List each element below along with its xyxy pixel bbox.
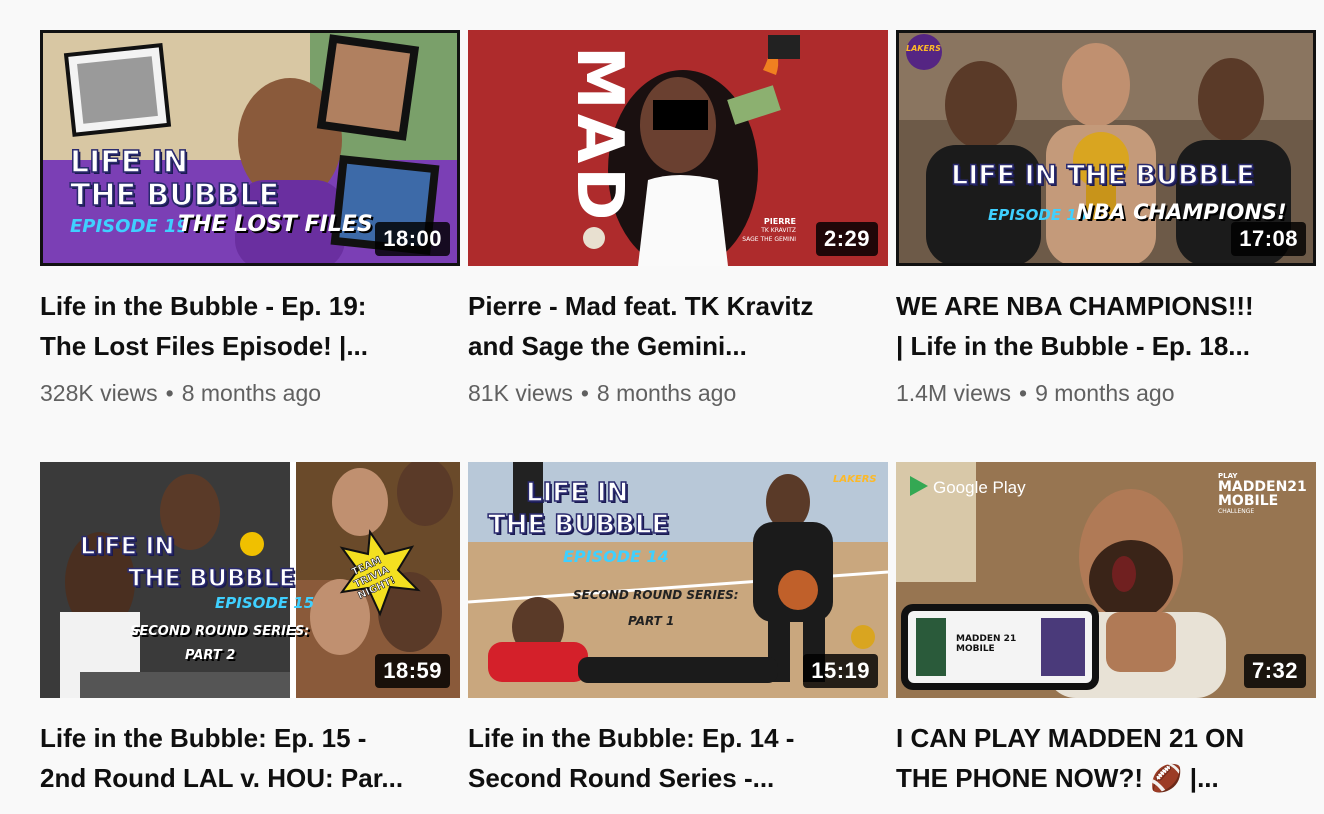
- upload-age: 8 months ago: [181, 380, 322, 406]
- video-thumbnail[interactable]: LIFE IN THE BUBBLE EPISODE 19 THE LOST F…: [40, 30, 460, 266]
- thumb-credit-feature1: TK KRAVITZ: [761, 227, 796, 234]
- video-title-line1: Life in the Bubble - Ep. 19:: [40, 291, 367, 321]
- video-title[interactable]: I CAN PLAY MADDEN 21 ON THE PHONE NOW?! …: [896, 718, 1316, 798]
- video-title-line2: Second Round Series -...: [468, 763, 775, 793]
- google-play-label: Google Play: [933, 478, 1026, 497]
- video-card[interactable]: LIFE IN THE BUBBLE EPISODE 19 THE LOST F…: [40, 30, 460, 408]
- meta-separator: •: [580, 380, 589, 406]
- view-count: 81K views: [468, 380, 573, 406]
- meta-separator: •: [165, 380, 174, 406]
- video-title-line1: Life in the Bubble: Ep. 15 -: [40, 723, 367, 753]
- video-thumbnail[interactable]: Google Play PLAY MADDEN21 MOBILE CHALLEN…: [896, 462, 1316, 698]
- thumb-episode: EPISODE 14: [563, 547, 669, 566]
- video-title-line2: and Sage the Gemini...: [468, 331, 747, 361]
- video-thumbnail[interactable]: TEAM TRIVIA NIGHT! LIFE IN THE BUBBLE EP…: [40, 462, 460, 698]
- duration-badge: 7:32: [1243, 654, 1306, 688]
- video-meta: 328K views • 8 months ago: [40, 378, 460, 408]
- thumb-title-line2: THE BUBBLE: [487, 509, 670, 541]
- video-title-line1: Pierre - Mad feat. TK Kravitz: [468, 291, 814, 321]
- video-title-line2: 2nd Round LAL v. HOU: Par...: [40, 763, 404, 793]
- thumb-episode: EPISODE 18: [988, 206, 1088, 224]
- video-card[interactable]: TEAM TRIVIA NIGHT! LIFE IN THE BUBBLE EP…: [40, 462, 460, 798]
- duration-badge: 2:29: [815, 222, 878, 256]
- meta-separator: •: [1019, 380, 1028, 406]
- video-card[interactable]: LAKERS LIFE IN THE BUBBLE EPISODE 14 SEC…: [468, 462, 888, 798]
- video-title-line2: THE PHONE NOW?! 🏈 |...: [896, 763, 1219, 793]
- thumb-subtitle: NBA CHAMPIONS!: [1076, 200, 1287, 224]
- video-thumbnail[interactable]: MAD PIERRE TK KRAVITZ SAGE THE GEMINI 2:…: [468, 30, 888, 266]
- video-thumbnail[interactable]: LAKERS LIFE IN THE BUBBLE EPISODE 14 SEC…: [468, 462, 888, 698]
- view-count: 328K views: [40, 380, 158, 406]
- thumb-big-word: MAD: [566, 46, 626, 225]
- video-title[interactable]: Life in the Bubble - Ep. 19: The Lost Fi…: [40, 286, 460, 366]
- video-title[interactable]: Pierre - Mad feat. TK Kravitz and Sage t…: [468, 286, 888, 366]
- video-title[interactable]: Life in the Bubble: Ep. 15 - 2nd Round L…: [40, 718, 460, 798]
- thumb-episode: EPISODE 19: [70, 216, 190, 237]
- video-card[interactable]: Google Play PLAY MADDEN21 MOBILE CHALLEN…: [896, 462, 1316, 798]
- video-card[interactable]: MAD PIERRE TK KRAVITZ SAGE THE GEMINI 2:…: [468, 30, 888, 408]
- upload-age: 8 months ago: [596, 380, 737, 406]
- thumb-credit-feature2: SAGE THE GEMINI: [742, 236, 796, 243]
- thumb-episode: EPISODE 15: [215, 594, 315, 612]
- video-meta: 81K views • 8 months ago: [468, 378, 888, 408]
- thumb-title-line1: LIFE IN: [525, 477, 629, 509]
- lakers-logo: LAKERS: [833, 474, 877, 485]
- view-count: 1.4M views: [896, 380, 1012, 406]
- thumb-subtitle-line2: PART 2: [185, 648, 236, 663]
- thumb-subtitle-line1: SECOND ROUND SERIES:: [573, 588, 739, 602]
- thumb-big-word-box: MAD: [566, 36, 626, 236]
- madden-logo-challenge: CHALLENGE: [1218, 508, 1255, 515]
- thumb-title-line1: LIFE IN: [69, 144, 188, 181]
- video-title-line1: WE ARE NBA CHAMPIONS!!!: [896, 291, 1254, 321]
- upload-age: 9 months ago: [1035, 380, 1175, 406]
- thumb-title-line2: THE BUBBLE: [127, 563, 296, 593]
- duration-badge: 17:08: [1231, 222, 1306, 256]
- video-title-line1: Life in the Bubble: Ep. 14 -: [468, 723, 795, 753]
- thumb-subtitle-line1: SECOND ROUND SERIES:: [130, 624, 310, 639]
- video-card[interactable]: LAKERS LIFE IN THE BUBBLE EPISODE 18 NBA…: [896, 30, 1316, 408]
- duration-badge: 15:19: [803, 654, 878, 688]
- video-meta: 1.4M views • 9 months ago: [896, 378, 1316, 408]
- madden-logo: PLAY MADDEN21 MOBILE CHALLENGE: [1218, 472, 1307, 516]
- lakers-logo: LAKERS: [906, 44, 941, 53]
- thumb-credit-artist: PIERRE: [763, 217, 796, 226]
- video-title-line2: The Lost Files Episode! |...: [40, 331, 368, 361]
- video-title-line2: | Life in the Bubble - Ep. 18...: [896, 331, 1250, 361]
- thumb-subtitle-line2: PART 1: [628, 614, 675, 628]
- thumb-title-line2: THE BUBBLE: [69, 177, 280, 214]
- madden-logo-mobile: MOBILE: [1218, 493, 1279, 509]
- video-thumbnail[interactable]: LAKERS LIFE IN THE BUBBLE EPISODE 18 NBA…: [896, 30, 1316, 266]
- phone-screen-text: MADDEN 21 MOBILE: [956, 634, 1017, 654]
- thumb-credits: PIERRE TK KRAVITZ SAGE THE GEMINI: [742, 217, 796, 244]
- video-title[interactable]: WE ARE NBA CHAMPIONS!!! | Life in the Bu…: [896, 286, 1316, 366]
- video-title[interactable]: Life in the Bubble: Ep. 14 - Second Roun…: [468, 718, 888, 798]
- thumb-title-line1: LIFE IN THE BUBBLE: [950, 159, 1255, 192]
- thumb-subtitle: THE LOST FILES: [178, 212, 373, 237]
- madden-logo-title: MADDEN21: [1218, 479, 1307, 495]
- video-title-line1: I CAN PLAY MADDEN 21 ON: [896, 723, 1245, 753]
- duration-badge: 18:59: [375, 654, 450, 688]
- thumb-title-line1: LIFE IN: [79, 531, 175, 561]
- duration-badge: 18:00: [375, 222, 450, 256]
